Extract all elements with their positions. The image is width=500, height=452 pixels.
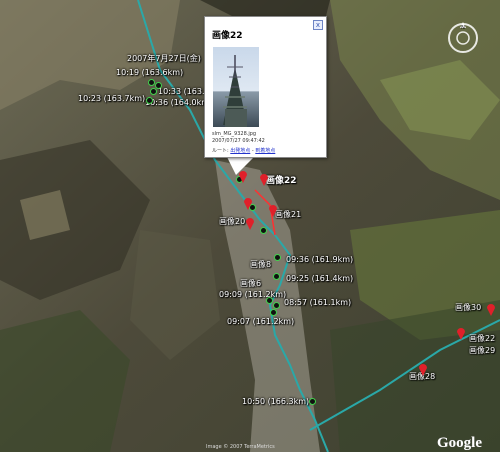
photo-marker-label: 画像30 — [455, 303, 482, 312]
track-point-label: 10:36 (164.0km) — [145, 98, 213, 107]
route-separator: - — [251, 148, 254, 154]
track-point-label: 09:09 (161.2km) — [219, 290, 287, 299]
photo-marker-label: 画像29 — [469, 346, 496, 355]
photo-marker-label: 画像6 — [240, 279, 262, 288]
tower-photo-image — [223, 55, 247, 127]
info-window-tail — [226, 155, 256, 175]
photo-datetime: 2007/07/27 09:47:42 — [212, 138, 265, 144]
track-point-marker[interactable] — [273, 302, 280, 309]
track-point-marker[interactable] — [309, 398, 316, 405]
track-point-marker[interactable] — [150, 88, 157, 95]
track-point-marker[interactable] — [266, 297, 273, 304]
photo-thumbnail[interactable] — [213, 47, 259, 127]
track-point-marker[interactable] — [273, 273, 280, 280]
photo-marker-label: 画像22 — [266, 176, 297, 186]
route-prefix: ルート: — [212, 148, 229, 154]
route-links: ルート: 出発地点 - 到着地点 — [212, 147, 275, 154]
photo-pin-icon[interactable] — [243, 196, 253, 210]
photo-marker-label: 画像21 — [275, 210, 302, 219]
photo-marker-label: 画像8 — [250, 260, 272, 269]
svg-text:N: N — [461, 25, 465, 31]
route-to-link[interactable]: 到着地点 — [255, 148, 275, 154]
track-point-marker[interactable] — [274, 254, 281, 261]
photo-pin-icon[interactable] — [268, 203, 278, 217]
track-point-label: 09:36 (161.9km) — [286, 255, 354, 264]
track-point-label: 09:07 (161.2km) — [227, 317, 295, 326]
compass-icon[interactable]: N — [445, 20, 481, 56]
imagery-attribution: Image © 2007 TerraMetrics — [206, 444, 275, 450]
track-point-marker[interactable] — [146, 97, 153, 104]
track-point-label: 09:25 (161.4km) — [286, 274, 354, 283]
photo-pin-icon[interactable] — [418, 362, 428, 376]
photo-filename: slm_MG_9328.jpg 2007/07/27 09:47:42 — [212, 131, 265, 145]
track-point-label: 10:19 (163.6km) — [116, 68, 184, 77]
track-point-label: 10:50 (166.3km) — [242, 397, 310, 406]
photo-marker-label: 画像22 — [469, 334, 496, 343]
satellite-map[interactable]: N 2007年7月27日(金) 10:19 (163.6km) 10:33 (1… — [0, 0, 500, 452]
photo-filename-text: slm_MG_9328.jpg — [212, 131, 257, 137]
track-date-label: 2007年7月27日(金) — [127, 54, 201, 63]
close-icon[interactable]: x — [313, 20, 323, 30]
route-from-link[interactable]: 出発地点 — [230, 148, 250, 154]
info-window: 画像22 x slm_MG_9328.jpg 2007/07/27 09:47:… — [204, 16, 327, 158]
track-point-label: 08:57 (161.1km) — [284, 298, 352, 307]
photo-marker-label: 画像20 — [219, 217, 246, 226]
photo-pin-icon[interactable] — [486, 302, 496, 316]
track-point-marker[interactable] — [260, 227, 267, 234]
track-point-marker[interactable] — [148, 79, 155, 86]
track-point-marker[interactable] — [155, 82, 162, 89]
track-point-label: 10:23 (163.7km) — [78, 94, 146, 103]
info-window-title: 画像22 — [212, 31, 243, 41]
photo-pin-icon[interactable] — [245, 216, 255, 230]
logo-text: Google — [437, 435, 482, 451]
photo-pin-icon[interactable] — [259, 172, 269, 186]
track-point-marker[interactable] — [270, 309, 277, 316]
photo-pin-icon[interactable] — [456, 326, 466, 340]
